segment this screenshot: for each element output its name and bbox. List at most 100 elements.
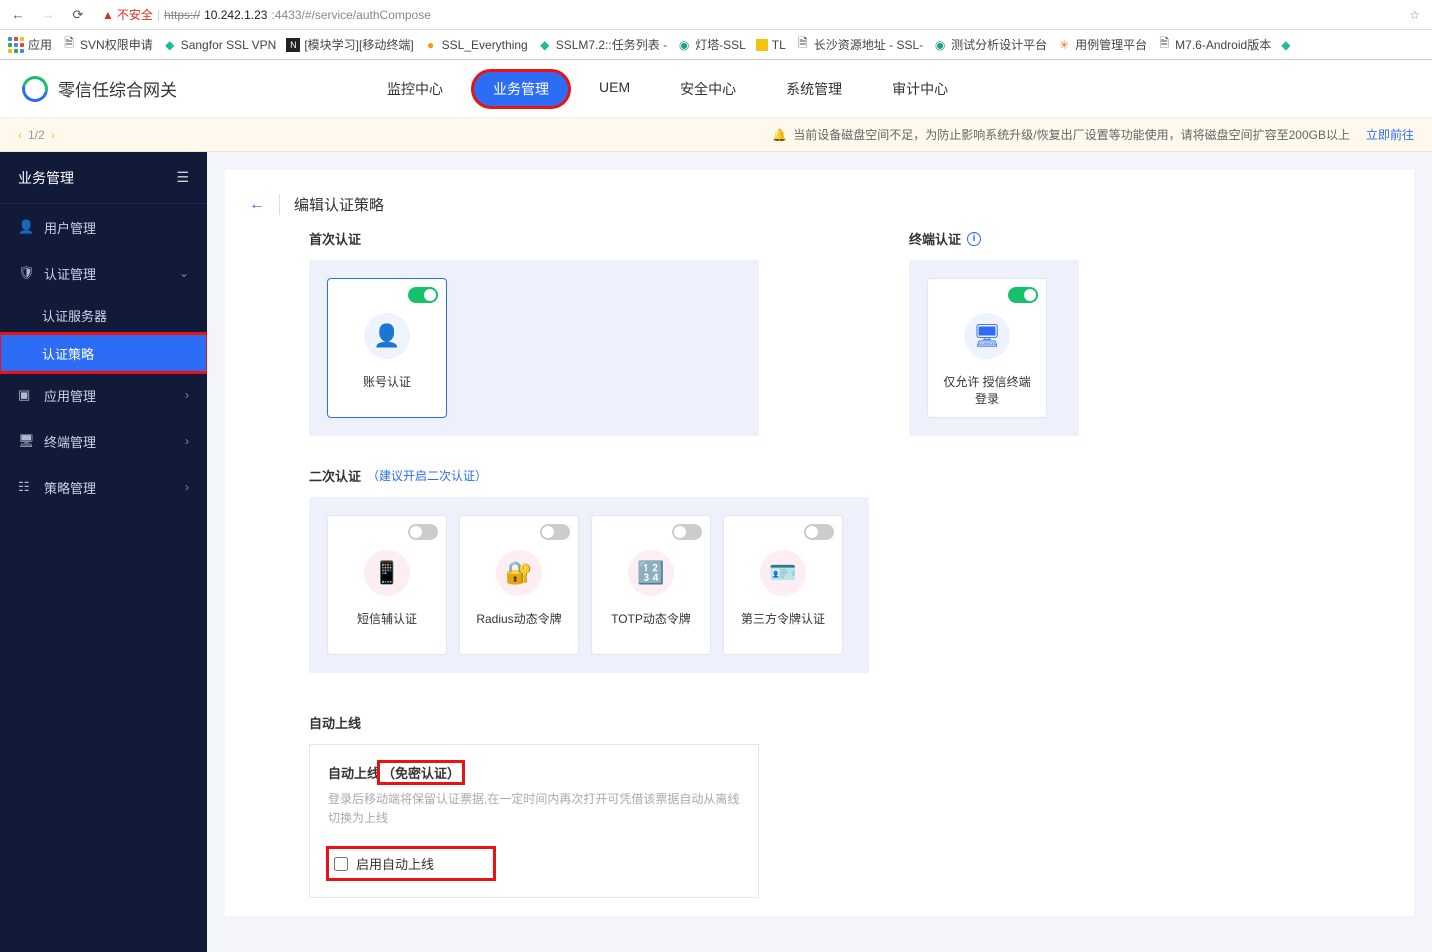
card-label: Radius动态令牌 — [476, 610, 561, 627]
alert-bar: ‹ 1/2 › 🔔 当前设备磁盘空间不足，为防止影响系统升级/恢复出厂设置等功能… — [0, 118, 1432, 152]
apps-grid-icon — [8, 37, 24, 53]
bookmark-item[interactable]: ◉测试分析设计平台 — [933, 36, 1047, 53]
sidebar-item-app[interactable]: ▣ 应用管理 › — [0, 372, 207, 418]
url-path: :4433/#/service/authCompose — [271, 8, 430, 22]
toggle-switch[interactable] — [540, 524, 570, 540]
insecure-warning-icon: ▲ 不安全 — [102, 6, 153, 23]
enable-auto-online-checkbox[interactable]: 启用自动上线 — [334, 854, 434, 873]
chevron-right-icon: › — [185, 480, 189, 494]
toggle-switch[interactable] — [408, 524, 438, 540]
forward-button[interactable]: → — [36, 3, 60, 27]
bookmark-item[interactable]: ●SSL_Everything — [424, 38, 528, 52]
site-icon: ◆ — [163, 38, 177, 52]
checkbox-input[interactable] — [334, 857, 348, 871]
address-bar[interactable]: ▲ 不安全 | https://10.242.1.23:4433/#/servi… — [96, 4, 1426, 26]
bookmark-item[interactable]: ✳用例管理平台 — [1057, 36, 1147, 53]
card-account-auth[interactable]: 👤 账号认证 — [327, 278, 447, 418]
file-icon: 🗎 — [1157, 38, 1171, 52]
sidebar-collapse-icon[interactable]: ☰ — [176, 169, 189, 186]
site-icon: ● — [424, 38, 438, 52]
topnav-security[interactable]: 安全中心 — [660, 71, 756, 107]
sidebar-item-user[interactable]: 👤 用户管理 — [0, 204, 207, 250]
apps-button[interactable]: 应用 — [8, 36, 52, 53]
toggle-switch[interactable] — [408, 287, 438, 303]
shield-icon: 🛡 — [18, 265, 34, 281]
bookmark-item[interactable]: 🗎长沙资源地址 - SSL- — [796, 36, 923, 53]
card-sms-auth[interactable]: 📱 短信辅认证 — [327, 515, 447, 655]
page-panel: ← 编辑认证策略 首次认证 👤 账号认证 — [225, 170, 1414, 916]
bookmark-item[interactable]: N[模块学习][移动终端] — [286, 36, 413, 53]
card-thirdparty-token[interactable]: 🪪 第三方令牌认证 — [723, 515, 843, 655]
site-icon: ◉ — [677, 38, 691, 52]
reload-button[interactable]: ⟳ — [66, 3, 90, 27]
sidebar-title: 业务管理 ☰ — [0, 152, 207, 204]
topnav-audit[interactable]: 审计中心 — [872, 71, 968, 107]
section-title-auto-online: 自动上线 — [309, 713, 1390, 732]
bookmark-item[interactable]: TL — [756, 38, 786, 52]
card-label: 账号认证 — [363, 373, 411, 390]
bookmark-item[interactable]: 🗎SVN权限申请 — [62, 36, 153, 53]
bookmark-item[interactable]: 🗎M7.6-Android版本 — [1157, 36, 1271, 53]
card-totp-token[interactable]: 🔢 TOTP动态令牌 — [591, 515, 711, 655]
topnav-system[interactable]: 系统管理 — [766, 71, 862, 107]
alert-pager[interactable]: ‹ 1/2 › — [18, 128, 55, 142]
person-icon: 👤 — [364, 313, 410, 359]
bookmark-item[interactable]: ◆SSLM7.2::任务列表 - — [538, 36, 667, 53]
file-icon: 🗎 — [62, 38, 76, 52]
sidebar-item-label: 终端管理 — [44, 432, 96, 451]
topnav-monitor[interactable]: 监控中心 — [367, 71, 463, 107]
card-label: 仅允许 授信终端登录 — [938, 373, 1036, 407]
bookmark-item[interactable]: ◉灯塔-SSL — [677, 36, 746, 53]
sidebar-sub-auth-server[interactable]: 认证服务器 — [0, 296, 207, 334]
chevron-right-icon: › — [185, 388, 189, 402]
sidebar-item-auth[interactable]: 🛡 认证管理 ⌄ — [0, 250, 207, 296]
bookmark-more[interactable]: ◆ — [1281, 38, 1290, 52]
page-title: 编辑认证策略 — [279, 194, 384, 215]
file-icon: 🗎 — [796, 38, 810, 52]
first-auth-panel: 👤 账号认证 — [309, 260, 759, 436]
sidebar-item-policy[interactable]: ☷ 策略管理 › — [0, 464, 207, 510]
chevron-right-icon: › — [185, 434, 189, 448]
sidebar: 业务管理 ☰ 👤 用户管理 🛡 认证管理 ⌄ 认证服务器 认证策略 ▣ 应用管理… — [0, 152, 207, 952]
sidebar-item-device[interactable]: 🖥 终端管理 › — [0, 418, 207, 464]
toggle-switch[interactable] — [804, 524, 834, 540]
policy-icon: ☷ — [18, 479, 34, 495]
top-nav: 监控中心 业务管理 UEM 安全中心 系统管理 审计中心 — [367, 71, 968, 107]
section-title-terminal-auth: 终端认证 i — [909, 229, 1079, 248]
bookmark-star-icon[interactable]: ☆ — [1409, 8, 1420, 22]
toggle-switch[interactable] — [672, 524, 702, 540]
section-hint: （建议开启二次认证） — [367, 467, 487, 484]
app-icon: ▣ — [18, 387, 34, 403]
bookmark-item[interactable]: ◆Sangfor SSL VPN — [163, 38, 277, 52]
sidebar-sub-auth-policy[interactable]: 认证策略 — [0, 334, 207, 372]
thirdparty-icon: 🪪 — [760, 550, 806, 596]
card-radius-token[interactable]: 🔐 Radius动态令牌 — [459, 515, 579, 655]
topnav-uem[interactable]: UEM — [579, 71, 650, 107]
chevron-down-icon: ⌄ — [179, 266, 189, 280]
brand-name: 零信任综合网关 — [58, 76, 177, 101]
bookmarks-bar: 应用 🗎SVN权限申请 ◆Sangfor SSL VPN N[模块学习][移动终… — [0, 30, 1432, 60]
topnav-business[interactable]: 业务管理 — [473, 71, 569, 107]
section-title-second-auth: 二次认证 （建议开启二次认证） — [309, 466, 1390, 485]
back-arrow-icon[interactable]: ← — [249, 196, 265, 214]
user-icon: 👤 — [18, 219, 34, 235]
back-button[interactable]: ← — [6, 3, 30, 27]
checkbox-label: 启用自动上线 — [356, 854, 434, 873]
sidebar-item-label: 认证管理 — [44, 264, 96, 283]
toggle-switch[interactable] — [1008, 287, 1038, 303]
auto-online-heading: 自动上线（免密认证） — [328, 763, 740, 782]
card-trusted-terminal[interactable]: 🖥 仅允许 授信终端登录 — [927, 278, 1047, 418]
card-label: TOTP动态令牌 — [611, 610, 691, 627]
bell-icon: 🔔 — [772, 128, 787, 142]
sidebar-item-label: 策略管理 — [44, 478, 96, 497]
device-icon: 🖥 — [18, 433, 34, 449]
brand-logo-icon — [17, 71, 53, 107]
sms-icon: 📱 — [364, 550, 410, 596]
terminal-auth-panel: 🖥 仅允许 授信终端登录 — [909, 260, 1079, 436]
alert-action-link[interactable]: 立即前往 — [1366, 126, 1414, 143]
site-icon: N — [286, 38, 300, 52]
alert-text: 当前设备磁盘空间不足，为防止影响系统升级/恢复出厂设置等功能使用，请将磁盘空间扩… — [793, 126, 1350, 143]
second-auth-panel: 📱 短信辅认证 🔐 Radius动态令牌 🔢 TOTP动态令牌 — [309, 497, 869, 673]
auto-online-panel: 自动上线（免密认证） 登录后移动端将保留认证票据,在一定时间内再次打开可凭借该票… — [309, 744, 759, 898]
info-icon[interactable]: i — [967, 232, 981, 246]
